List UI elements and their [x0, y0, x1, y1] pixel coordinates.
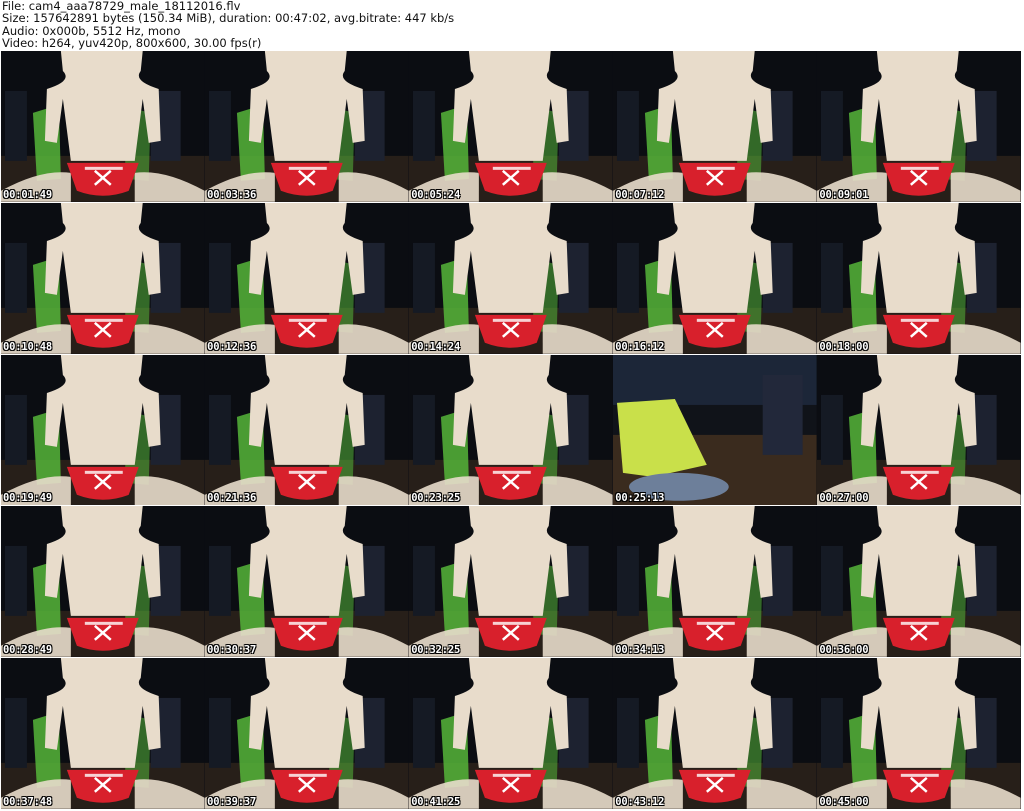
- thumbnail-image: [205, 202, 409, 354]
- file-info-header: File: cam4_aaa78729_male_18112016.flv Si…: [2, 0, 1022, 50]
- video-thumbnail: 00:14:24: [409, 202, 613, 354]
- thumbnail-image: [409, 51, 613, 202]
- thumbnail-timestamp: 00:10:48: [3, 340, 52, 353]
- video-thumbnail: 00:19:49: [1, 354, 205, 506]
- thumbnail-timestamp: 00:16:12: [615, 340, 665, 353]
- video-thumbnail: 00:18:00: [817, 202, 1021, 354]
- thumbnail-image: [817, 51, 1021, 202]
- thumbnail-image: [1, 51, 205, 202]
- thumbnail-image: [409, 658, 613, 809]
- thumbnail-timestamp: 00:34:13: [615, 644, 665, 657]
- thumbnail-timestamp: 00:07:12: [615, 188, 665, 201]
- video-thumbnail: 00:05:24: [409, 51, 613, 202]
- video-thumbnail: 00:41:25: [409, 658, 613, 809]
- thumbnail-timestamp: 00:14:24: [411, 340, 461, 353]
- thumbnail-timestamp: 00:41:25: [411, 795, 461, 808]
- video-thumbnail: 00:09:01: [817, 51, 1021, 202]
- thumbnail-image: [205, 506, 409, 658]
- thumbnail-image: [613, 354, 817, 506]
- thumbnail-timestamp: 00:12:36: [207, 340, 257, 353]
- video-thumbnail: 00:34:13: [613, 506, 817, 658]
- video-thumbnail: 00:32:25: [409, 506, 613, 658]
- thumbnail-timestamp: 00:25:13: [615, 492, 665, 505]
- thumbnail-timestamp: 00:21:36: [207, 492, 257, 505]
- thumbnail-timestamp: 00:37:48: [3, 795, 52, 808]
- thumbnail-image: [1, 658, 205, 809]
- thumbnail-timestamp: 00:30:37: [207, 644, 257, 657]
- video-thumbnail: 00:45:00: [817, 658, 1021, 809]
- thumbnail-timestamp: 00:03:36: [207, 188, 257, 201]
- video-thumbnail: 00:30:37: [205, 506, 409, 658]
- thumbnail-timestamp: 00:43:12: [615, 795, 665, 808]
- video-thumbnail: 00:16:12: [613, 202, 817, 354]
- video-thumbnail: 00:36:00: [817, 506, 1021, 658]
- thumbnail-timestamp: 00:01:49: [3, 188, 52, 201]
- thumbnail-image: [1, 354, 205, 506]
- thumbnail-image: [817, 354, 1021, 506]
- thumbnail-timestamp: 00:32:25: [411, 644, 461, 657]
- thumbnail-image: [613, 51, 817, 202]
- thumbnail-image: [409, 354, 613, 506]
- thumbnail-timestamp: 00:27:00: [819, 492, 869, 505]
- video-thumbnail: 00:25:13: [613, 354, 817, 506]
- video-info-line: Video: h264, yuv420p, 800x600, 30.00 fps…: [2, 36, 262, 51]
- thumbnail-image: [205, 51, 409, 202]
- video-thumbnail: 00:43:12: [613, 658, 817, 809]
- video-thumbnail: 00:37:48: [1, 658, 205, 809]
- thumbnail-timestamp: 00:39:37: [207, 795, 257, 808]
- video-thumbnail: 00:10:48: [1, 202, 205, 354]
- video-thumbnail: 00:23:25: [409, 354, 613, 506]
- file-size-line: Size: 157642891 bytes (150.34 MiB), dura…: [2, 11, 455, 26]
- thumbnail-image: [1, 202, 205, 354]
- video-thumbnail: 00:39:37: [205, 658, 409, 809]
- thumbnail-timestamp: 00:36:00: [819, 644, 869, 657]
- thumbnail-image: [613, 506, 817, 658]
- thumbnail-timestamp: 00:09:01: [819, 188, 869, 201]
- thumbnail-timestamp: 00:28:49: [3, 644, 52, 657]
- video-thumbnail: 00:03:36: [205, 51, 409, 202]
- thumbnail-image: [817, 658, 1021, 809]
- thumbnail-image: [205, 354, 409, 506]
- video-thumbnail: 00:27:00: [817, 354, 1021, 506]
- video-thumbnail: 00:01:49: [1, 51, 205, 202]
- thumbnail-timestamp: 00:18:00: [819, 340, 869, 353]
- video-thumbnail: 00:07:12: [613, 51, 817, 202]
- thumbnail-image: [409, 506, 613, 658]
- thumbnail-grid: 00:01:49 00:03:36 00:05:24 00:07:12 00:09:01…: [1, 51, 1023, 809]
- thumbnail-timestamp: 00:19:49: [3, 492, 52, 505]
- thumbnail-timestamp: 00:23:25: [411, 492, 461, 505]
- video-thumbnail: 00:21:36: [205, 354, 409, 506]
- thumbnail-image: [613, 202, 817, 354]
- thumbnail-image: [817, 202, 1021, 354]
- video-thumbnail: 00:28:49: [1, 506, 205, 658]
- thumbnail-image: [817, 506, 1021, 658]
- thumbnail-image: [1, 506, 205, 658]
- thumbnail-timestamp: 00:45:00: [819, 795, 869, 808]
- thumbnail-image: [409, 202, 613, 354]
- thumbnail-image: [205, 658, 409, 809]
- thumbnail-image: [613, 658, 817, 809]
- video-thumbnail: 00:12:36: [205, 202, 409, 354]
- thumbnail-timestamp: 00:05:24: [411, 188, 461, 201]
